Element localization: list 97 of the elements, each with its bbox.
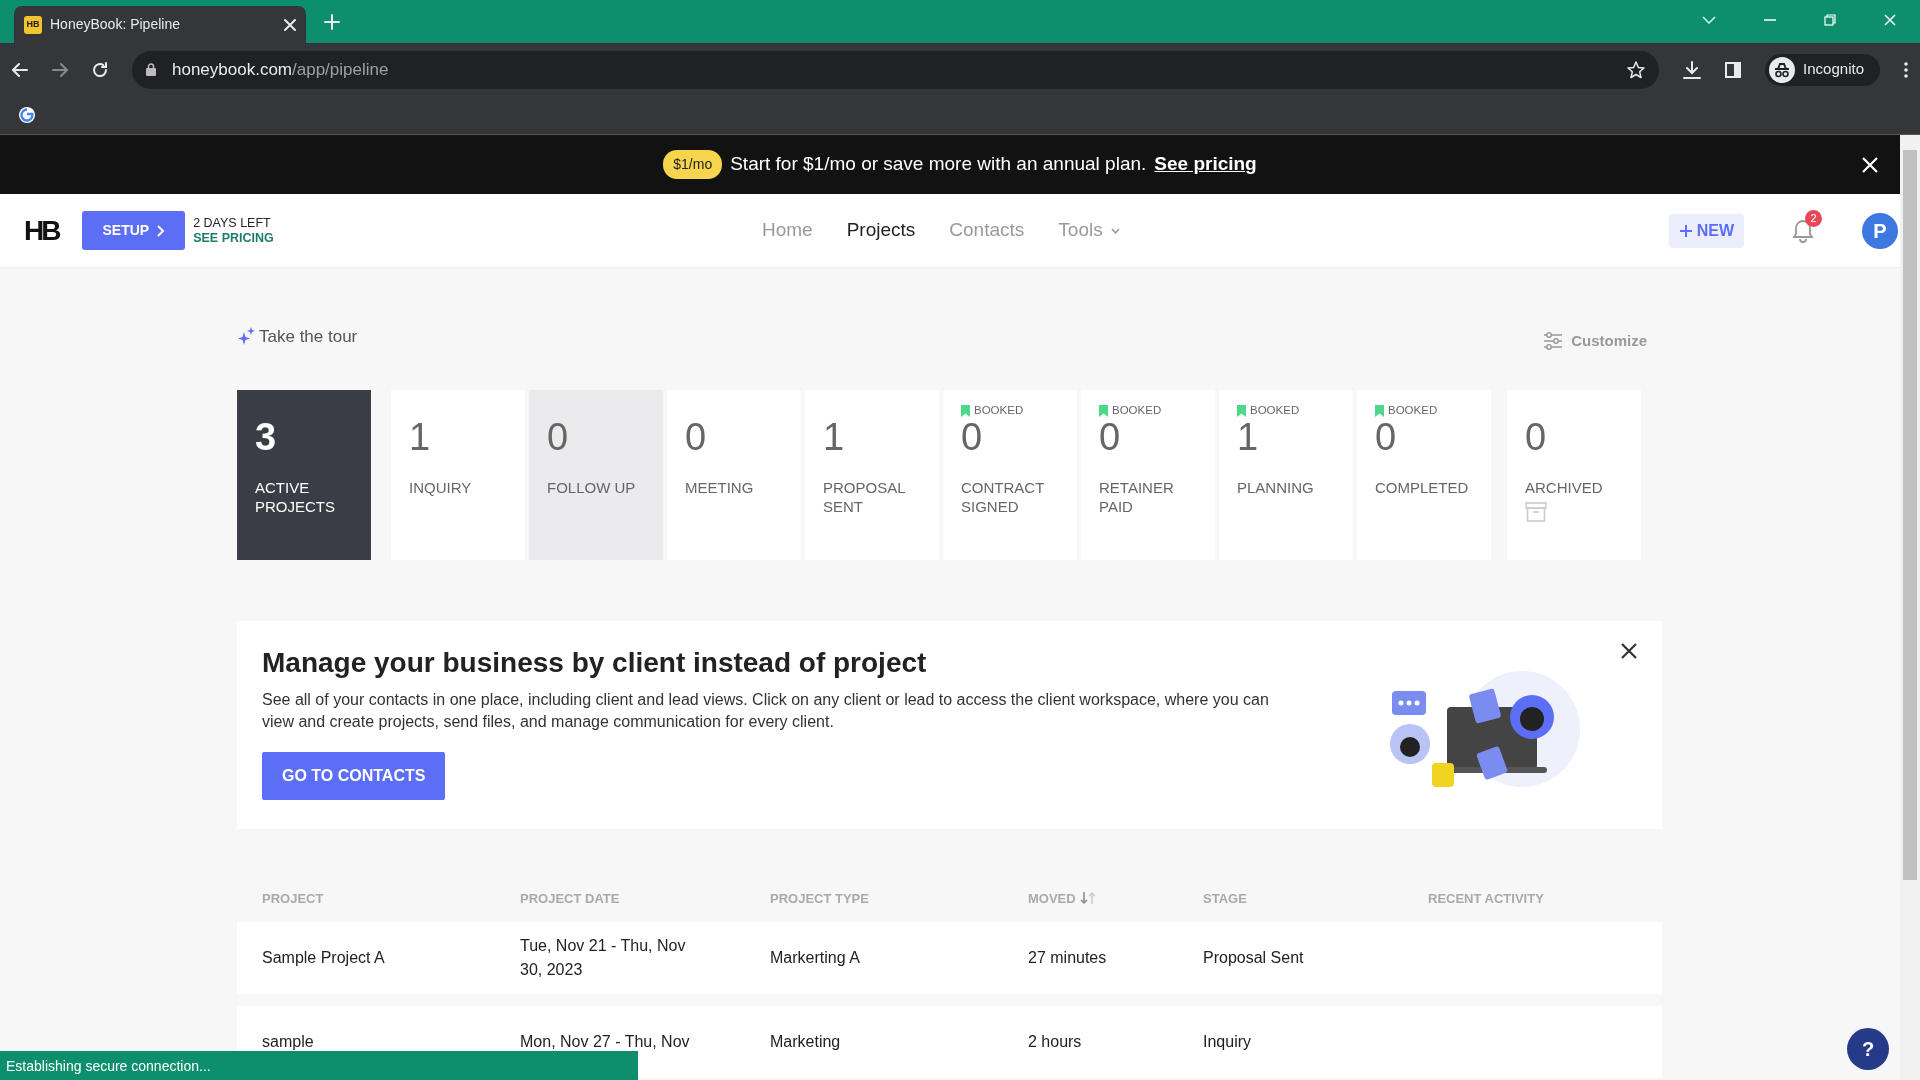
user-avatar[interactable]: P xyxy=(1862,212,1898,249)
bookmark-icon xyxy=(961,404,970,417)
stage-card[interactable]: BOOKED 0 RETAINER PAID xyxy=(1081,389,1215,560)
banner-title: Manage your business by client instead of project xyxy=(262,645,928,680)
stage-card[interactable]: 0 MEETING xyxy=(667,389,801,560)
table-cell-text: 27 minutes xyxy=(1028,948,1108,968)
stage-label: PLANNING xyxy=(1237,477,1315,497)
stage-card[interactable]: 1 PROPOSAL SENT xyxy=(805,389,939,560)
table-cell-text: Inquiry xyxy=(1203,1032,1253,1052)
logo: HB xyxy=(24,213,59,248)
stage-card[interactable]: BOOKED 0 CONTRACT SIGNED xyxy=(943,389,1077,560)
booked-tag: BOOKED xyxy=(1237,403,1335,418)
stage-label: ACTIVE PROJECTS xyxy=(255,477,336,517)
tab-title: HoneyBook: Pipeline xyxy=(50,15,181,34)
stage-card[interactable]: 1 INQUIRY xyxy=(391,389,525,560)
table-cell-text: Tue, Nov 21 - Thu, Nov 30, 2023 xyxy=(520,936,687,980)
pricing-link[interactable]: SEE PRICING xyxy=(193,230,274,246)
table-cell-text: Sample Project A xyxy=(261,948,386,968)
address-bar[interactable]: honeybook.com/app/pipeline xyxy=(132,50,1660,89)
promo-text: Start for $1/mo or save more with an annual plan. xyxy=(730,152,1147,177)
download-icon[interactable] xyxy=(1683,60,1702,79)
nav-link[interactable]: Contacts xyxy=(949,216,1025,245)
star-icon[interactable] xyxy=(1627,60,1646,79)
plus-icon xyxy=(1678,223,1693,238)
stage-count: 0 xyxy=(547,417,570,456)
url-text: honeybook.com/app/pipeline xyxy=(172,58,390,81)
booked-tag: BOOKED xyxy=(1099,403,1197,418)
back-icon[interactable] xyxy=(12,62,28,77)
banner-text: See all of your contacts in one place, including client and lead views. Click on any client or lead to access the client workspace, where you can view and create projects, send files, and manage communication for every client. xyxy=(262,690,1270,733)
stage-label: FOLLOW UP xyxy=(547,477,637,497)
close-icon[interactable] xyxy=(1621,642,1637,659)
bookmark-icon xyxy=(1237,404,1246,417)
booked-tag: BOOKED xyxy=(961,403,1059,418)
stage-count: 1 xyxy=(1237,417,1260,456)
nav-link[interactable]: Projects xyxy=(846,216,916,245)
table-cell-text: Marketing xyxy=(770,1032,842,1052)
setup-button[interactable]: SETUP xyxy=(82,211,186,250)
table-cell-text: Markerting A xyxy=(770,948,861,968)
stage-count: 1 xyxy=(409,417,432,456)
table-cell-text: sample xyxy=(261,1032,315,1052)
pricing-link[interactable]: See pricing xyxy=(1154,150,1257,179)
browser-tab[interactable]: HB HoneyBook: Pipeline xyxy=(14,6,306,43)
table-cell-text: Proposal Sent xyxy=(1203,948,1305,968)
booked-tag: BOOKED xyxy=(1375,403,1473,418)
caret-icon xyxy=(1110,227,1120,234)
stage-label: COMPLETED xyxy=(1375,477,1467,497)
bookmark-icon xyxy=(1375,404,1384,417)
tour-link[interactable]: Take the tour xyxy=(237,320,358,353)
stage-count: 3 xyxy=(255,417,278,456)
stage-label: PROPOSAL SENT xyxy=(823,477,906,517)
sort-icon[interactable] xyxy=(1079,891,1096,906)
more-icon[interactable] xyxy=(1904,61,1908,78)
incognito-icon xyxy=(1769,56,1796,83)
price-badge: $1/mo xyxy=(663,150,723,179)
stage-label: ARCHIVED xyxy=(1525,477,1604,497)
stage-label: INQUIRY xyxy=(409,477,473,497)
stage-count: 0 xyxy=(1375,417,1398,456)
stage-count: 0 xyxy=(1525,417,1548,456)
archive-box-icon xyxy=(1525,501,1547,522)
restore-icon[interactable] xyxy=(1824,14,1836,26)
stage-count: 0 xyxy=(685,417,708,456)
sliders-icon xyxy=(1543,332,1564,351)
stage-card[interactable]: BOOKED 1 PLANNING xyxy=(1219,389,1353,560)
new-tab-icon[interactable] xyxy=(324,14,340,30)
favicon: HB xyxy=(24,15,42,34)
stage-label: RETAINER PAID xyxy=(1099,477,1175,517)
bookmark-icon xyxy=(1099,404,1108,417)
nav-link[interactable]: Tools xyxy=(1058,216,1120,245)
google-bookmark-icon[interactable] xyxy=(18,106,36,124)
stage-count: 1 xyxy=(823,417,846,456)
trial-days-text: 2 DAYS LEFT xyxy=(193,215,272,231)
status-toast: Establishing secure connection... xyxy=(0,1051,638,1080)
go-to-contacts-button[interactable]: GO TO CONTACTS xyxy=(262,751,446,800)
table-cell-text: Mon, Nov 27 - Thu, Nov xyxy=(520,1032,691,1052)
stage-card[interactable]: BOOKED 0 COMPLETED xyxy=(1357,389,1491,560)
stage-count: 0 xyxy=(1099,417,1122,456)
scrollbar[interactable] xyxy=(1900,135,1920,1080)
lock-icon xyxy=(146,63,156,76)
table-cell-text: 2 hours xyxy=(1028,1032,1083,1052)
help-button[interactable]: ? xyxy=(1847,1028,1889,1070)
profile-chip[interactable]: Incognito xyxy=(1765,53,1880,86)
stage-label: MEETING xyxy=(685,477,755,497)
stage-label: CONTRACT SIGNED xyxy=(961,477,1046,517)
chevron-down-icon[interactable] xyxy=(1702,16,1716,24)
reload-icon[interactable] xyxy=(92,61,108,78)
chevron-right-icon xyxy=(157,224,166,237)
table-row[interactable]: Sample Project A Tue, Nov 21 - Thu, Nov 30, 2023 Markerting A 27 minutes Proposal Sent xyxy=(237,922,1662,994)
notification-count: 2 xyxy=(1805,210,1822,228)
sidebar-icon[interactable] xyxy=(1725,61,1742,78)
stage-card[interactable]: 0 FOLLOW UP xyxy=(529,389,663,560)
forward-icon xyxy=(52,62,68,77)
stage-count: 0 xyxy=(961,417,984,456)
new-button[interactable]: NEW xyxy=(1668,213,1744,248)
sparkle-icon xyxy=(237,327,255,346)
stage-card[interactable]: 3 ACTIVE PROJECTS xyxy=(237,389,371,560)
stage-card[interactable]: 0 ARCHIVED xyxy=(1507,389,1641,560)
table-row[interactable]: sample Mon, Nov 27 - Thu, Nov Marketing 2 hours Inquiry xyxy=(237,1006,1662,1078)
